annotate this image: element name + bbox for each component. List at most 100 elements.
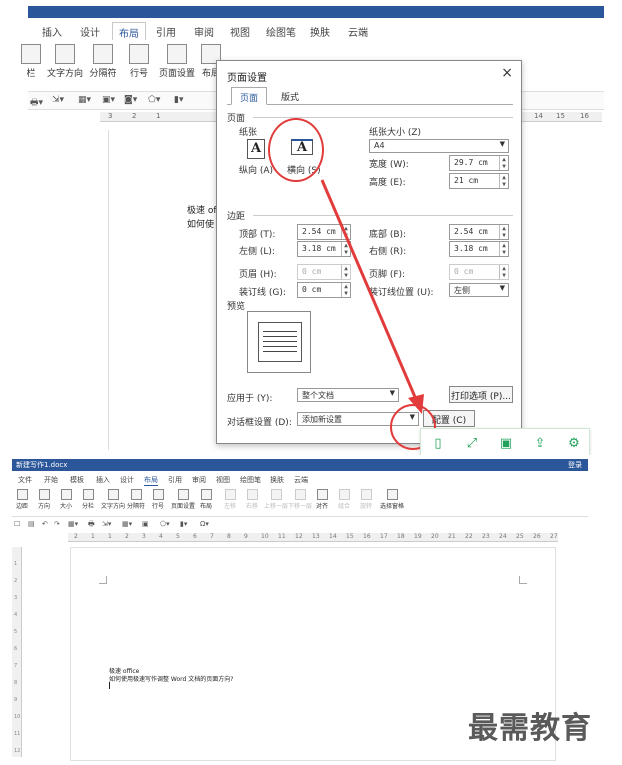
vruler-tick-label: 5 — [14, 629, 18, 635]
quick-access-toolbar: ☐ ▤ ↶ ↷ ▦▾ 🖶 ⇲▾ ▦▾ ▣ ⬠▾ ▮▾ Ω▾ — [12, 519, 588, 531]
bring-forward-button[interactable]: 上移一层 — [264, 489, 288, 510]
vruler-tick-label: 4 — [14, 612, 18, 618]
ruler-tick-label: 22 — [465, 533, 473, 540]
tab-view[interactable]: 视图 — [216, 475, 230, 485]
tab-file[interactable]: 文件 — [18, 475, 32, 485]
ruler-tick-label: 2 — [74, 533, 78, 540]
tab-templates[interactable]: 模板 — [70, 475, 84, 485]
shapes-icon[interactable]: ⬠▾ — [160, 520, 170, 528]
ruler-tick-label: 12 — [295, 533, 303, 540]
ruler-tick-label: 18 — [397, 533, 405, 540]
vruler-tick-label: 11 — [14, 731, 21, 737]
ruler-tick-label: 7 — [210, 533, 214, 540]
layout-button[interactable]: 布局 — [196, 489, 216, 510]
ruler-tick-label: 20 — [431, 533, 439, 540]
columns-button[interactable]: 分栏 — [78, 489, 98, 510]
text-cursor — [109, 682, 110, 689]
selection-pane-icon — [386, 489, 398, 500]
select-icon[interactable]: ⇲▾ — [102, 520, 111, 528]
vruler-tick-label: 3 — [14, 595, 18, 601]
watermark-logo: 最需教育 — [468, 711, 592, 746]
redo-icon[interactable]: ↷ — [54, 520, 60, 528]
settings-icon[interactable]: ⚙ — [565, 435, 583, 453]
send-backward-button[interactable]: 下移一层 — [288, 489, 312, 510]
ruler-tick-label: 14 — [329, 533, 337, 540]
vruler-tick-label: 7 — [14, 663, 18, 669]
ruler-tick-label: 1 — [108, 533, 112, 540]
phone-icon[interactable]: ▯ — [429, 435, 447, 453]
ruler-tick-label: 13 — [312, 533, 320, 540]
table-icon[interactable]: ▦▾ — [68, 520, 78, 528]
orientation-icon — [38, 489, 50, 500]
expand-icon[interactable]: ⤢ — [463, 435, 481, 453]
vruler-tick-label: 12 — [14, 748, 21, 754]
window-title: 新建写作1.docx — [16, 461, 68, 469]
red-arrow — [320, 179, 424, 414]
tab-references[interactable]: 引用 — [168, 475, 182, 485]
rotate-button[interactable]: 旋转 — [356, 489, 376, 510]
tab-cloud[interactable]: 云端 — [294, 475, 308, 485]
ruler-tick-label: 15 — [346, 533, 354, 540]
ruler-tick-label: 17 — [380, 533, 388, 540]
ruler-tick-label: 8 — [227, 533, 231, 540]
align-button[interactable]: 对齐 — [312, 489, 332, 510]
ruler-tick-label: 4 — [159, 533, 163, 540]
vertical-ruler: 1 2 3 4 5 6 7 8 9 10 11 12 — [12, 547, 22, 757]
ruler-tick-label: 23 — [482, 533, 490, 540]
selection-pane-button[interactable]: 选择窗格 — [378, 489, 406, 510]
ruler-tick-label: 21 — [448, 533, 456, 540]
orientation-button[interactable]: 方向 — [34, 489, 54, 510]
margins-icon — [16, 489, 28, 500]
tab-home[interactable]: 开始 — [44, 475, 58, 485]
breaks-icon — [130, 489, 142, 500]
tab-review[interactable]: 审阅 — [192, 475, 206, 485]
image-icon[interactable]: ▣ — [142, 520, 149, 528]
tab-draw[interactable]: 绘图笔 — [240, 475, 261, 485]
share-icon[interactable]: ⇪ — [531, 435, 549, 453]
ruler-tick-label: 1 — [91, 533, 95, 540]
new-icon[interactable]: ☐ — [14, 520, 20, 528]
ruler-tick-label: 26 — [533, 533, 541, 540]
text-direction-button[interactable]: 文字方向 — [100, 489, 126, 510]
vruler-tick-label: 2 — [14, 578, 18, 584]
page-setup-button[interactable]: 页面设置 — [170, 489, 196, 510]
ribbon-tabs: 文件 开始 模板 插入 设计 布局 引用 审阅 视图 绘图笔 换肤 云端 — [12, 473, 588, 487]
breaks-button[interactable]: 分隔符 — [126, 489, 146, 510]
ruler-tick-label: 16 — [363, 533, 371, 540]
group-button[interactable]: 组合 — [334, 489, 354, 510]
vruler-tick-label: 9 — [14, 697, 18, 703]
align-icon — [316, 489, 328, 500]
ruler-tick-label: 19 — [414, 533, 422, 540]
symbol-icon[interactable]: Ω▾ — [200, 520, 209, 528]
tab-design[interactable]: 设计 — [120, 475, 134, 485]
ruler-tick-label: 11 — [278, 533, 286, 540]
line-numbers-icon — [152, 489, 164, 500]
vruler-tick-label: 6 — [14, 646, 18, 652]
ribbon: 边距 方向 大小 分栏 文字方向 分隔符 行号 页面设置 布局 左移 右移 上移… — [12, 487, 588, 517]
arrow-head — [408, 394, 424, 414]
arrow-shaft — [320, 179, 420, 405]
size-button[interactable]: 大小 — [56, 489, 76, 510]
tab-insert[interactable]: 插入 — [96, 475, 110, 485]
line-numbers-button[interactable]: 行号 — [148, 489, 168, 510]
ruler-tick-label: 10 — [261, 533, 269, 540]
tab-skin[interactable]: 换肤 — [270, 475, 284, 485]
ruler-tick-label: 27 — [550, 533, 558, 540]
login-link[interactable]: 登录 — [568, 460, 582, 470]
size-icon — [60, 489, 72, 500]
vruler-tick-label: 8 — [14, 680, 18, 686]
ruler-tick-label: 5 — [176, 533, 180, 540]
move-left-button[interactable]: 左移 — [220, 489, 240, 510]
open-icon[interactable]: ▤ — [28, 520, 35, 528]
doc-line-2: 如何使用极速写作调整 Word 文档的页面方向? — [109, 676, 234, 683]
margins-button[interactable]: 边距 — [12, 489, 32, 510]
move-right-button[interactable]: 右移 — [242, 489, 262, 510]
table2-icon[interactable]: ▦▾ — [122, 520, 132, 528]
floating-toolbar: ▯ ⤢ ▣ ⇪ ⚙ — [420, 428, 590, 455]
tab-layout[interactable]: 布局 — [144, 475, 158, 486]
layout-icon — [200, 489, 212, 500]
undo-icon[interactable]: ↶ — [42, 520, 48, 528]
save-icon[interactable]: ▣ — [497, 435, 515, 453]
chart-icon[interactable]: ▮▾ — [180, 520, 187, 528]
print-icon[interactable]: 🖶 — [88, 520, 95, 531]
